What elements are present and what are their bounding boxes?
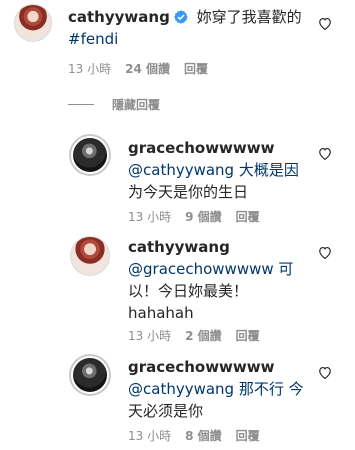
heart-icon[interactable] bbox=[318, 366, 332, 379]
username[interactable]: gracechowwwww bbox=[128, 139, 274, 157]
comment-meta: 13 小時 24 個讚 回覆 bbox=[68, 61, 222, 77]
comment-text: gracechowwwww @cathyywang 那不行 今 天必须是你 bbox=[128, 356, 318, 422]
comment-body: 以！今日妳最美！ bbox=[128, 282, 249, 300]
username[interactable]: cathyywang bbox=[128, 238, 230, 256]
timestamp: 13 小時 bbox=[128, 429, 172, 443]
hashtag-link[interactable]: #fendi bbox=[68, 30, 118, 48]
heart-icon[interactable] bbox=[318, 17, 332, 30]
comment-text: gracechowwwww @cathyywang 大概是因 为今天是你的生日 bbox=[128, 137, 318, 203]
reply-button[interactable]: 回覆 bbox=[236, 210, 260, 224]
comment-meta: 13 小時 8 個讚 回覆 bbox=[128, 428, 274, 444]
comment-meta: 13 小時 2 個讚 回覆 bbox=[128, 328, 274, 344]
likes-count[interactable]: 9 個讚 bbox=[185, 210, 222, 224]
verified-badge-icon bbox=[173, 10, 188, 24]
avatar[interactable] bbox=[69, 354, 111, 396]
divider bbox=[68, 104, 94, 105]
mention-link[interactable]: @cathyywang 大概是因 bbox=[128, 161, 299, 179]
comment-text: cathyywang @gracechowwwww 可 以！今日妳最美！ hah… bbox=[128, 236, 318, 324]
avatar-image bbox=[71, 356, 109, 394]
hide-replies-button[interactable]: 隱藏回覆 bbox=[112, 96, 160, 113]
avatar-image bbox=[71, 136, 109, 174]
avatar[interactable] bbox=[14, 4, 52, 42]
likes-count[interactable]: 8 個讚 bbox=[185, 429, 222, 443]
comment-body: 为今天是你的生日 bbox=[128, 183, 249, 201]
timestamp: 13 小時 bbox=[68, 62, 112, 76]
reply-button[interactable]: 回覆 bbox=[236, 329, 260, 343]
comment-text: cathyywang 妳穿了我喜歡的 #fendi bbox=[68, 6, 323, 50]
heart-icon[interactable] bbox=[318, 246, 332, 259]
comment-body: 天必须是你 bbox=[128, 402, 204, 420]
avatar[interactable] bbox=[69, 134, 111, 176]
comment-body: 妳穿了我喜歡的 bbox=[196, 8, 302, 26]
username[interactable]: gracechowwwww bbox=[128, 358, 274, 376]
comment-body: hahahah bbox=[128, 304, 194, 322]
likes-count[interactable]: 24 個讚 bbox=[125, 62, 170, 76]
mention-link[interactable]: @cathyywang 那不行 今 bbox=[128, 380, 304, 398]
reply-button[interactable]: 回覆 bbox=[236, 429, 260, 443]
avatar[interactable] bbox=[70, 236, 110, 276]
mention-link[interactable]: @gracechowwwww 可 bbox=[128, 260, 293, 278]
timestamp: 13 小時 bbox=[128, 329, 172, 343]
likes-count[interactable]: 2 個讚 bbox=[185, 329, 222, 343]
comment-meta: 13 小時 9 個讚 回覆 bbox=[128, 209, 274, 225]
timestamp: 13 小時 bbox=[128, 210, 172, 224]
heart-icon[interactable] bbox=[318, 147, 332, 160]
reply-button[interactable]: 回覆 bbox=[184, 62, 208, 76]
username[interactable]: cathyywang bbox=[68, 8, 170, 26]
